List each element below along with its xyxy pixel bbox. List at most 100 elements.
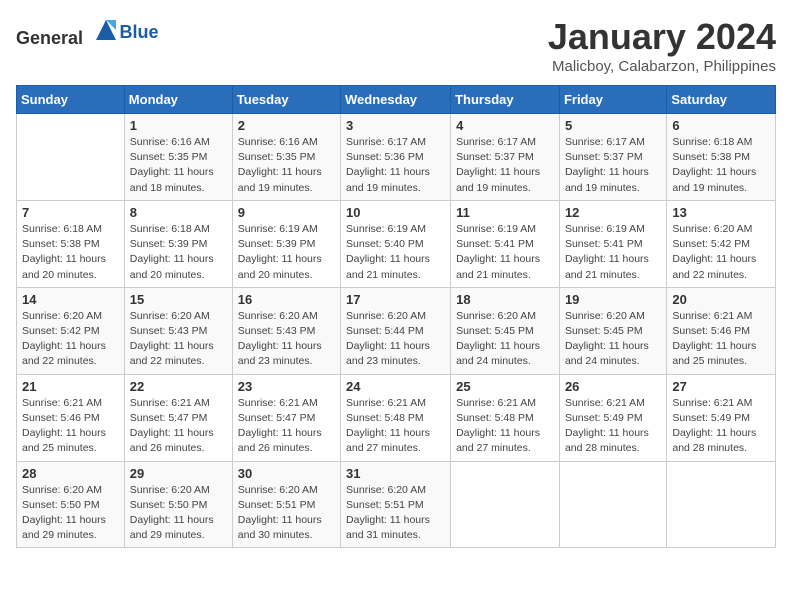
day-number: 25 <box>456 379 554 394</box>
table-row: 20 Sunrise: 6:21 AMSunset: 5:46 PMDaylig… <box>667 287 776 374</box>
day-number: 1 <box>130 118 227 133</box>
day-info: Sunrise: 6:21 AMSunset: 5:46 PMDaylight:… <box>22 396 119 457</box>
col-friday: Friday <box>559 86 666 114</box>
table-row: 12 Sunrise: 6:19 AMSunset: 5:41 PMDaylig… <box>559 200 666 287</box>
day-number: 9 <box>238 205 335 220</box>
col-sunday: Sunday <box>17 86 125 114</box>
page-header: General Blue January 2024 Malicboy, Cala… <box>16 16 776 75</box>
day-info: Sunrise: 6:21 AMSunset: 5:49 PMDaylight:… <box>565 396 661 457</box>
day-info: Sunrise: 6:18 AMSunset: 5:38 PMDaylight:… <box>672 135 770 196</box>
day-number: 28 <box>22 466 119 481</box>
calendar-subtitle: Malicboy, Calabarzon, Philippines <box>548 58 776 75</box>
day-info: Sunrise: 6:20 AMSunset: 5:45 PMDaylight:… <box>456 309 554 370</box>
day-info: Sunrise: 6:21 AMSunset: 5:47 PMDaylight:… <box>238 396 335 457</box>
table-row: 23 Sunrise: 6:21 AMSunset: 5:47 PMDaylig… <box>232 374 340 461</box>
col-tuesday: Tuesday <box>232 86 340 114</box>
calendar-week-row: 21 Sunrise: 6:21 AMSunset: 5:46 PMDaylig… <box>17 374 776 461</box>
day-info: Sunrise: 6:16 AMSunset: 5:35 PMDaylight:… <box>130 135 227 196</box>
day-number: 5 <box>565 118 661 133</box>
col-thursday: Thursday <box>451 86 560 114</box>
day-number: 13 <box>672 205 770 220</box>
table-row <box>17 114 125 201</box>
table-row: 19 Sunrise: 6:20 AMSunset: 5:45 PMDaylig… <box>559 287 666 374</box>
day-number: 22 <box>130 379 227 394</box>
day-number: 8 <box>130 205 227 220</box>
logo: General Blue <box>16 16 159 49</box>
day-number: 12 <box>565 205 661 220</box>
table-row: 9 Sunrise: 6:19 AMSunset: 5:39 PMDayligh… <box>232 200 340 287</box>
calendar-week-row: 7 Sunrise: 6:18 AMSunset: 5:38 PMDayligh… <box>17 200 776 287</box>
day-number: 27 <box>672 379 770 394</box>
day-info: Sunrise: 6:19 AMSunset: 5:41 PMDaylight:… <box>565 222 661 283</box>
table-row: 24 Sunrise: 6:21 AMSunset: 5:48 PMDaylig… <box>341 374 451 461</box>
day-number: 31 <box>346 466 445 481</box>
table-row <box>559 461 666 548</box>
logo-blue: Blue <box>120 22 159 42</box>
calendar-week-row: 14 Sunrise: 6:20 AMSunset: 5:42 PMDaylig… <box>17 287 776 374</box>
calendar-week-row: 28 Sunrise: 6:20 AMSunset: 5:50 PMDaylig… <box>17 461 776 548</box>
day-number: 21 <box>22 379 119 394</box>
day-info: Sunrise: 6:20 AMSunset: 5:44 PMDaylight:… <box>346 309 445 370</box>
table-row: 18 Sunrise: 6:20 AMSunset: 5:45 PMDaylig… <box>451 287 560 374</box>
day-number: 17 <box>346 292 445 307</box>
day-number: 2 <box>238 118 335 133</box>
day-number: 19 <box>565 292 661 307</box>
day-info: Sunrise: 6:16 AMSunset: 5:35 PMDaylight:… <box>238 135 335 196</box>
day-info: Sunrise: 6:19 AMSunset: 5:41 PMDaylight:… <box>456 222 554 283</box>
day-number: 18 <box>456 292 554 307</box>
calendar-title: January 2024 <box>548 16 776 58</box>
table-row: 30 Sunrise: 6:20 AMSunset: 5:51 PMDaylig… <box>232 461 340 548</box>
day-number: 11 <box>456 205 554 220</box>
day-info: Sunrise: 6:20 AMSunset: 5:45 PMDaylight:… <box>565 309 661 370</box>
table-row: 17 Sunrise: 6:20 AMSunset: 5:44 PMDaylig… <box>341 287 451 374</box>
table-row: 15 Sunrise: 6:20 AMSunset: 5:43 PMDaylig… <box>124 287 232 374</box>
day-info: Sunrise: 6:20 AMSunset: 5:43 PMDaylight:… <box>130 309 227 370</box>
day-number: 14 <box>22 292 119 307</box>
day-number: 26 <box>565 379 661 394</box>
calendar-header-row: Sunday Monday Tuesday Wednesday Thursday… <box>17 86 776 114</box>
day-number: 24 <box>346 379 445 394</box>
table-row: 11 Sunrise: 6:19 AMSunset: 5:41 PMDaylig… <box>451 200 560 287</box>
table-row: 13 Sunrise: 6:20 AMSunset: 5:42 PMDaylig… <box>667 200 776 287</box>
day-number: 15 <box>130 292 227 307</box>
day-number: 10 <box>346 205 445 220</box>
title-block: January 2024 Malicboy, Calabarzon, Phili… <box>548 16 776 75</box>
table-row: 14 Sunrise: 6:20 AMSunset: 5:42 PMDaylig… <box>17 287 125 374</box>
day-info: Sunrise: 6:17 AMSunset: 5:37 PMDaylight:… <box>456 135 554 196</box>
table-row: 2 Sunrise: 6:16 AMSunset: 5:35 PMDayligh… <box>232 114 340 201</box>
table-row: 29 Sunrise: 6:20 AMSunset: 5:50 PMDaylig… <box>124 461 232 548</box>
day-info: Sunrise: 6:20 AMSunset: 5:50 PMDaylight:… <box>130 483 227 544</box>
table-row: 7 Sunrise: 6:18 AMSunset: 5:38 PMDayligh… <box>17 200 125 287</box>
calendar-table: Sunday Monday Tuesday Wednesday Thursday… <box>16 85 776 548</box>
table-row: 27 Sunrise: 6:21 AMSunset: 5:49 PMDaylig… <box>667 374 776 461</box>
calendar-week-row: 1 Sunrise: 6:16 AMSunset: 5:35 PMDayligh… <box>17 114 776 201</box>
day-number: 30 <box>238 466 335 481</box>
day-info: Sunrise: 6:20 AMSunset: 5:50 PMDaylight:… <box>22 483 119 544</box>
table-row: 8 Sunrise: 6:18 AMSunset: 5:39 PMDayligh… <box>124 200 232 287</box>
day-number: 29 <box>130 466 227 481</box>
day-info: Sunrise: 6:20 AMSunset: 5:43 PMDaylight:… <box>238 309 335 370</box>
col-wednesday: Wednesday <box>341 86 451 114</box>
table-row <box>667 461 776 548</box>
table-row: 28 Sunrise: 6:20 AMSunset: 5:50 PMDaylig… <box>17 461 125 548</box>
table-row: 25 Sunrise: 6:21 AMSunset: 5:48 PMDaylig… <box>451 374 560 461</box>
table-row: 16 Sunrise: 6:20 AMSunset: 5:43 PMDaylig… <box>232 287 340 374</box>
table-row: 4 Sunrise: 6:17 AMSunset: 5:37 PMDayligh… <box>451 114 560 201</box>
day-info: Sunrise: 6:21 AMSunset: 5:46 PMDaylight:… <box>672 309 770 370</box>
day-number: 7 <box>22 205 119 220</box>
table-row: 26 Sunrise: 6:21 AMSunset: 5:49 PMDaylig… <box>559 374 666 461</box>
day-number: 6 <box>672 118 770 133</box>
table-row: 5 Sunrise: 6:17 AMSunset: 5:37 PMDayligh… <box>559 114 666 201</box>
day-info: Sunrise: 6:21 AMSunset: 5:48 PMDaylight:… <box>346 396 445 457</box>
table-row: 21 Sunrise: 6:21 AMSunset: 5:46 PMDaylig… <box>17 374 125 461</box>
logo-icon <box>92 16 120 44</box>
day-info: Sunrise: 6:20 AMSunset: 5:51 PMDaylight:… <box>346 483 445 544</box>
day-number: 20 <box>672 292 770 307</box>
day-info: Sunrise: 6:20 AMSunset: 5:51 PMDaylight:… <box>238 483 335 544</box>
col-saturday: Saturday <box>667 86 776 114</box>
day-info: Sunrise: 6:17 AMSunset: 5:36 PMDaylight:… <box>346 135 445 196</box>
day-info: Sunrise: 6:18 AMSunset: 5:38 PMDaylight:… <box>22 222 119 283</box>
day-info: Sunrise: 6:19 AMSunset: 5:39 PMDaylight:… <box>238 222 335 283</box>
day-number: 3 <box>346 118 445 133</box>
day-info: Sunrise: 6:20 AMSunset: 5:42 PMDaylight:… <box>672 222 770 283</box>
